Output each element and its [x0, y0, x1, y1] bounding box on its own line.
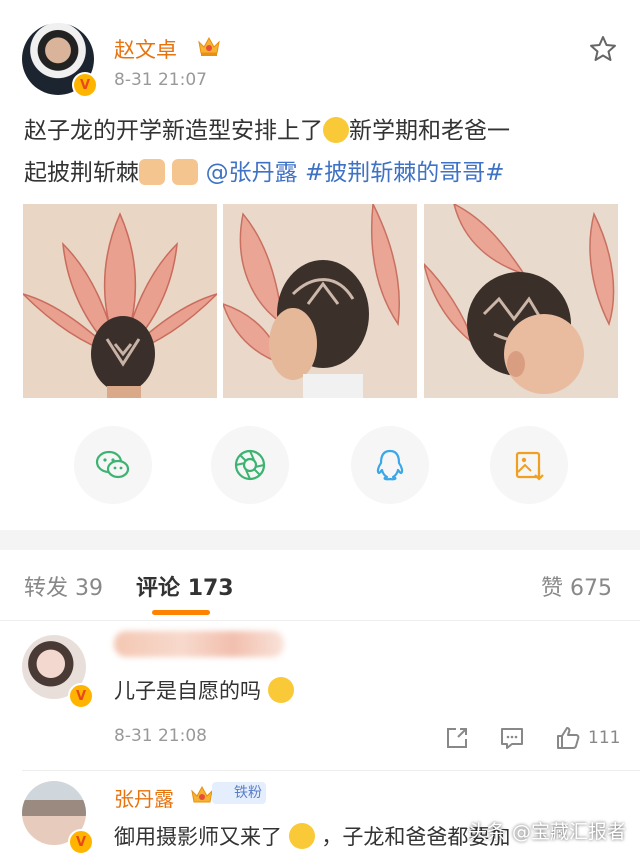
post-image[interactable] [223, 204, 417, 398]
post-text-part: 新学期和老爸一 [349, 118, 510, 144]
verified-badge-icon: V [68, 683, 94, 709]
comment-icon [501, 728, 523, 749]
comment-like-count: 111 [588, 728, 621, 748]
tab-likes-label: 赞 [541, 576, 564, 601]
tab-repost-count: 39 [75, 576, 104, 601]
active-tab-indicator [152, 610, 210, 615]
post-text-part: 赵子龙的开学新造型安排上了 [24, 118, 323, 144]
comment-text: 御用摄影师又来了 ，子龙和爸爸都要加 [114, 821, 510, 851]
qq-icon [376, 449, 404, 481]
author-name[interactable]: 赵文卓 [114, 34, 177, 64]
post-text-part: 起披荆斩棘 [24, 160, 139, 186]
tab-comments-label: 评论 [136, 576, 181, 601]
shushing-face-emoji-icon [323, 117, 349, 143]
comment-reply-button[interactable] [499, 725, 525, 751]
share-row [0, 426, 640, 506]
comment-item: V 张丹露 铁粉 御用摄影师又来了 ，子龙和爸爸都要加 头条 @宝藏汇报者 [0, 771, 640, 855]
flexed-biceps-emoji-icon [172, 159, 199, 185]
tab-likes[interactable]: 赞 675 [541, 570, 612, 602]
share-wechat-button[interactable] [74, 426, 152, 504]
tab-likes-count: 675 [570, 576, 613, 601]
fan-level-label: 铁粉 [234, 785, 262, 801]
tab-comments-count: 173 [187, 576, 234, 601]
moments-icon [234, 449, 266, 481]
post-text: 赵子龙的开学新造型安排上了 新学期和老爸一 起披荆斩棘 @张丹露 #披荆斩棘的哥哥… [24, 110, 624, 194]
fan-level-badge: 铁粉 [212, 782, 266, 804]
comment-text: 儿子是自愿的吗 [114, 675, 294, 705]
tab-repost-label: 转发 [24, 576, 69, 601]
interaction-tabs: 转发 39 评论 173 赞 675 [0, 550, 640, 621]
verified-badge-icon: V [72, 72, 98, 98]
crown-icon [191, 785, 213, 803]
comment-time: 8-31 21:08 [114, 726, 207, 746]
share-qq-button[interactable] [351, 426, 429, 504]
tab-comments[interactable]: 评论 173 [136, 570, 234, 602]
winking-tongue-emoji-icon [288, 823, 315, 849]
wechat-icon [95, 450, 130, 479]
laughing-tears-emoji-icon [267, 677, 294, 703]
crown-icon [198, 36, 220, 56]
section-divider [0, 530, 640, 550]
post-image[interactable] [23, 204, 217, 398]
watermark: 头条 @宝藏汇报者 [467, 821, 626, 843]
favorite-star-icon[interactable] [588, 34, 618, 64]
share-icon [447, 728, 467, 748]
commenter-name[interactable]: 张丹露 [114, 783, 174, 812]
save-image-icon [515, 451, 544, 481]
commenter-name-blurred[interactable] [114, 631, 284, 657]
weibo-post: V 赵文卓 8-31 21:07 赵子龙的开学新造型安排上了 新学期和老爸一 起披… [0, 0, 640, 530]
post-image[interactable] [424, 204, 618, 398]
verified-badge-icon: V [68, 829, 94, 855]
share-moments-button[interactable] [211, 426, 289, 504]
comment-like-button[interactable]: 111 [554, 724, 620, 752]
comment-item: V 儿子是自愿的吗 8-31 21:08 111 [0, 621, 640, 771]
mention-link[interactable]: @张丹露 [206, 160, 298, 186]
thumbs-up-icon [557, 727, 580, 749]
hashtag-link[interactable]: #披荆斩棘的哥哥# [305, 160, 505, 186]
flexed-biceps-emoji-icon [139, 159, 165, 185]
comment-share-button[interactable] [444, 725, 470, 751]
post-time: 8-31 21:07 [114, 70, 207, 90]
tab-repost[interactable]: 转发 39 [24, 570, 103, 602]
save-image-button[interactable] [490, 426, 568, 504]
comment-text-part: 儿子是自愿的吗 [114, 679, 261, 703]
comment-text-part: 御用摄影师又来了 [114, 825, 282, 849]
